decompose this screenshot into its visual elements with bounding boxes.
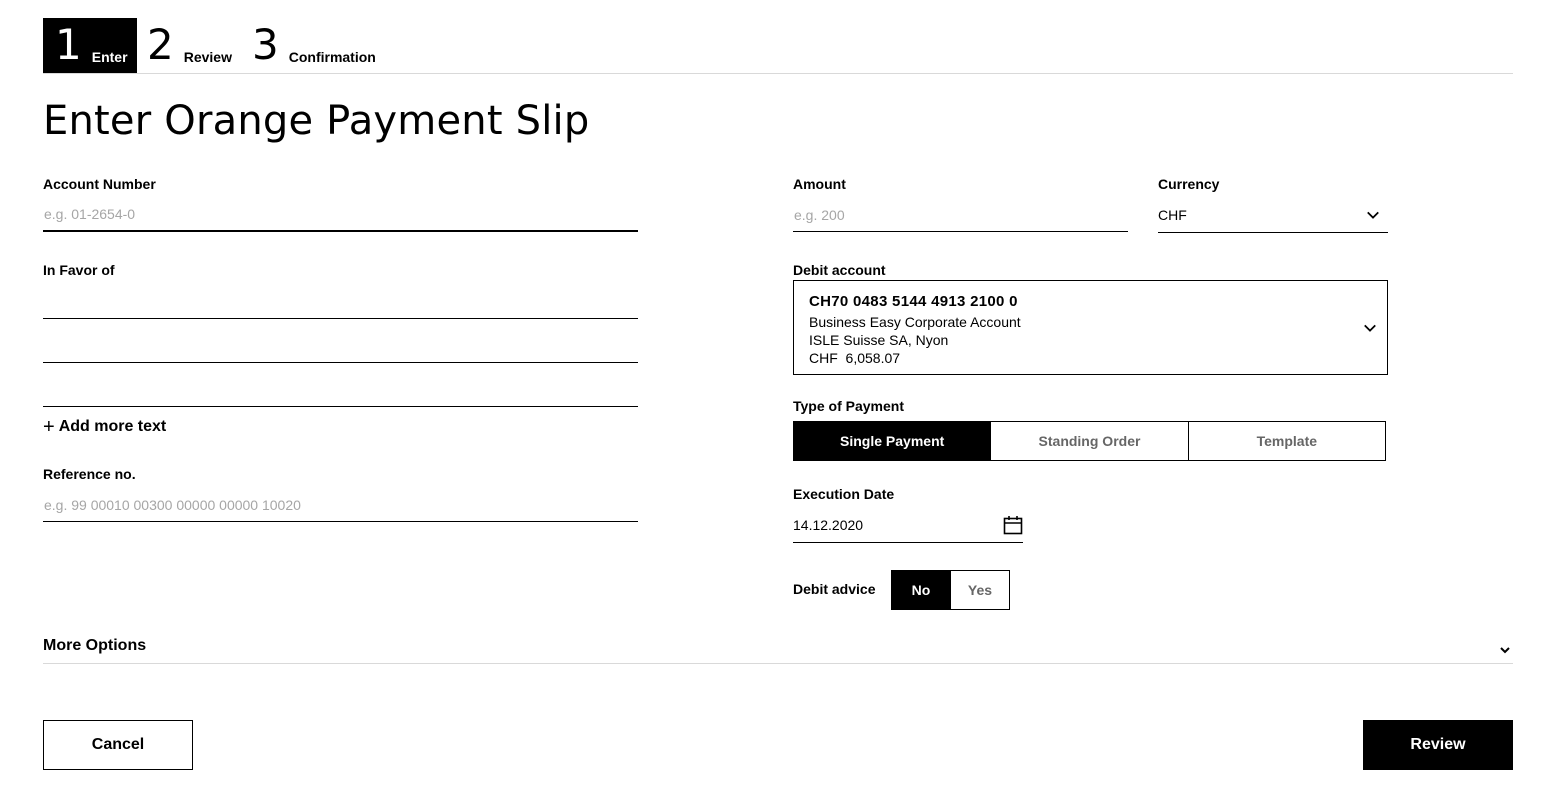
add-more-text-button[interactable]: + Add more text bbox=[43, 416, 167, 438]
currency-value: CHF bbox=[1158, 207, 1187, 223]
in-favor-of-line-3[interactable] bbox=[43, 373, 638, 407]
in-favor-of-line-2[interactable] bbox=[43, 329, 638, 363]
chevron-down-icon bbox=[1500, 647, 1510, 654]
execution-date-value: 14.12.2020 bbox=[793, 516, 864, 533]
step-enter: 1 Enter bbox=[43, 18, 137, 73]
review-button[interactable]: Review bbox=[1363, 720, 1513, 770]
amount-input[interactable] bbox=[793, 198, 1128, 232]
debit-account-select[interactable]: CH70 0483 5144 4913 2100 0 Business Easy… bbox=[793, 280, 1388, 375]
debit-advice-no[interactable]: No bbox=[892, 571, 950, 609]
debit-account-label: Debit account bbox=[793, 262, 886, 278]
currency-label: Currency bbox=[1158, 176, 1220, 192]
payment-type-standing-order[interactable]: Standing Order bbox=[991, 422, 1189, 460]
plus-icon: + bbox=[43, 416, 55, 438]
step-review: 2 Review bbox=[147, 18, 232, 73]
payment-type-single[interactable]: Single Payment bbox=[794, 422, 992, 460]
execution-date-label: Execution Date bbox=[793, 486, 895, 502]
execution-date-input[interactable]: 14.12.2020 bbox=[793, 507, 1023, 543]
more-options-label: More Options bbox=[43, 637, 147, 654]
step-confirmation: 3 Confirmation bbox=[252, 18, 376, 73]
step-number: 2 bbox=[147, 20, 174, 69]
in-favor-of-label: In Favor of bbox=[43, 262, 115, 278]
step-label: Review bbox=[183, 49, 232, 65]
debit-account-iban: CH70 0483 5144 4913 2100 0 bbox=[809, 293, 1018, 310]
page-title: Enter Orange Payment Slip bbox=[43, 98, 590, 144]
step-number: 1 bbox=[55, 20, 82, 69]
reference-label: Reference no. bbox=[43, 466, 136, 482]
in-favor-of-line-1[interactable] bbox=[43, 285, 638, 319]
cancel-button[interactable]: Cancel bbox=[43, 720, 193, 770]
debit-advice-toggle: No Yes bbox=[891, 570, 1010, 610]
type-of-payment-label: Type of Payment bbox=[793, 398, 904, 414]
step-label: Confirmation bbox=[288, 49, 376, 65]
debit-advice-label: Debit advice bbox=[793, 581, 876, 597]
chevron-down-icon bbox=[1364, 324, 1376, 332]
currency-select[interactable]: CHF bbox=[1158, 198, 1388, 233]
stepper: 1 Enter 2 Review 3 Confirmation bbox=[43, 18, 1513, 74]
chevron-down-icon bbox=[1367, 211, 1379, 219]
debit-account-holder: ISLE Suisse SA, Nyon bbox=[809, 332, 949, 348]
payment-type-template[interactable]: Template bbox=[1189, 422, 1385, 460]
add-more-text-label: Add more text bbox=[58, 418, 167, 435]
calendar-icon[interactable] bbox=[1003, 515, 1023, 535]
step-number: 3 bbox=[252, 20, 279, 69]
debit-account-name: Business Easy Corporate Account bbox=[809, 314, 1021, 330]
debit-account-balance: CHF 6,058.07 bbox=[809, 350, 901, 366]
more-options-toggle[interactable]: More Options bbox=[43, 634, 1513, 664]
step-label: Enter bbox=[91, 49, 128, 65]
account-number-label: Account Number bbox=[43, 176, 156, 192]
debit-advice-yes[interactable]: Yes bbox=[950, 571, 1009, 609]
reference-input[interactable] bbox=[43, 488, 638, 522]
type-of-payment-selector: Single Payment Standing Order Template bbox=[793, 421, 1386, 461]
amount-label: Amount bbox=[793, 176, 846, 192]
account-number-input[interactable] bbox=[43, 198, 638, 232]
